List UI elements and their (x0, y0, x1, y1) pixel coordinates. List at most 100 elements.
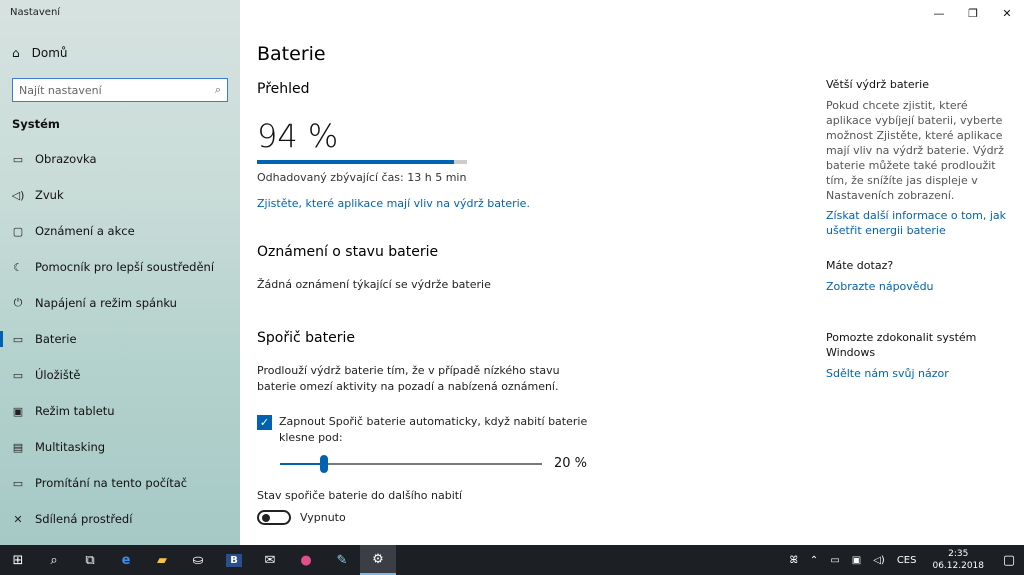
storage-icon: ▭ (12, 368, 24, 382)
battery-level-bar (257, 160, 467, 164)
feedback-link[interactable]: Sdělte nám svůj názor (826, 366, 1006, 381)
battery-icon: ▭ (12, 332, 24, 346)
mail-icon[interactable]: ✉ (252, 545, 288, 575)
slider-track-filled (280, 463, 320, 465)
feedback-panel: Pomozte zdokonalit systém Windows Sdělte… (826, 330, 1006, 381)
help-link[interactable]: Zobrazte nápovědu (826, 279, 1006, 294)
volume-icon[interactable]: ◁) (873, 555, 885, 566)
slider-thumb[interactable] (320, 455, 328, 473)
sidebar-item-label: Úložiště (35, 368, 81, 382)
paint-icon[interactable]: ✎ (324, 545, 360, 575)
search-input[interactable] (19, 83, 215, 97)
slider-track-empty (328, 463, 542, 465)
maps-icon[interactable]: ● (288, 545, 324, 575)
close-button[interactable]: ✕ (990, 0, 1024, 26)
sidebar-item-label: Promítání na tento počítač (35, 476, 188, 490)
taskbar: ⊞ ⌕ ⧉ e ▰ ⛀ B ✉ ● ✎ ⚙ ꕤ ⌃ ▭ ▣ ◁) CES 2:3… (0, 545, 1024, 575)
task-view-icon[interactable]: ⧉ (72, 545, 108, 575)
file-explorer-icon[interactable]: ▰ (144, 545, 180, 575)
notifications-heading: Oznámení o stavu baterie (257, 244, 439, 260)
sidebar-item-label: Baterie (35, 332, 77, 346)
tips-link[interactable]: Získat další informace o tom, jak ušetři… (826, 208, 1006, 238)
window-controls: — ❐ ✕ (922, 0, 1024, 26)
chevron-up-icon[interactable]: ⌃ (810, 555, 818, 566)
sidebar-item-promítání-na-tento-počítač[interactable]: ▭ Promítání na tento počítač (0, 465, 240, 501)
sidebar-item-úložiště[interactable]: ▭ Úložiště (0, 357, 240, 393)
sidebar-item-pomocník-pro-lepší-soustředění[interactable]: ☾ Pomocník pro lepší soustředění (0, 249, 240, 285)
minimize-button[interactable]: — (922, 0, 956, 26)
home-icon: ⌂ (12, 46, 20, 60)
sidebar-item-label: Multitasking (35, 440, 106, 454)
notifications-text: Žádná oznámení týkající se výdrže bateri… (257, 278, 491, 291)
sidebar-item-zvuk[interactable]: ◁) Zvuk (0, 177, 240, 213)
store-icon[interactable]: ⛀ (180, 545, 216, 575)
sidebar: Nastavení ⌂ Domů ⌕ Systém ▭ Obrazovka ◁) Zv… (0, 0, 240, 545)
moon-icon: ☾ (13, 260, 23, 274)
auto-saver-label: Zapnout Spořič baterie automaticky, když… (279, 415, 588, 444)
help-heading: Máte dotaz? (826, 259, 894, 272)
home-label: Domů (31, 46, 68, 60)
battery-tray-icon[interactable]: ▭ (830, 555, 839, 566)
page-title: Baterie (257, 43, 326, 65)
system-tray: ꕤ ⌃ ▭ ▣ ◁) CES 2:35 06.12.2018 ▢ (784, 545, 1024, 575)
sidebar-item-napájení-a-režim-spánku[interactable]: ⏻ Napájení a režim spánku (0, 285, 240, 321)
battery-level-fill (257, 160, 455, 164)
language-indicator[interactable]: CES (897, 555, 917, 566)
sidebar-item-režim-tabletu[interactable]: ▣ Režim tabletu (0, 393, 240, 429)
clock-time: 2:35 (948, 549, 969, 559)
sidebar-item-sdílená-prostředí[interactable]: ✕ Sdílená prostředí (0, 501, 240, 537)
multitasking-icon: ▤ (12, 440, 24, 454)
saver-state-label: Stav spořiče baterie do dalšího nabití (257, 489, 463, 502)
sidebar-item-baterie[interactable]: ▭ Baterie (0, 321, 240, 357)
threshold-slider[interactable] (280, 455, 542, 473)
sidebar-item-label: Oznámení a akce (35, 224, 135, 238)
sidebar-item-label: Zvuk (35, 188, 64, 202)
clock-date: 06.12.2018 (932, 561, 984, 571)
saver-toggle-state: Vypnuto (300, 511, 346, 524)
people-icon[interactable]: ꕤ (790, 555, 798, 566)
saver-toggle[interactable] (257, 510, 291, 525)
network-icon[interactable]: ▣ (852, 555, 861, 566)
home-link[interactable]: ⌂ Domů (12, 46, 68, 60)
sidebar-item-label: Napájení a režim spánku (35, 296, 177, 310)
search-icon[interactable]: ⌕ (36, 545, 72, 575)
saver-heading: Spořič baterie (257, 330, 355, 346)
window-title: Nastavení (10, 7, 61, 18)
threshold-value: 20 % (554, 456, 588, 471)
projecting-icon: ▭ (12, 476, 24, 490)
search-icon[interactable]: ⌕ (215, 83, 221, 97)
action-center-icon[interactable]: ▢ (994, 553, 1024, 568)
tips-heading: Větší výdrž baterie (826, 78, 929, 91)
speaker-icon: ◁) (11, 188, 25, 202)
maximize-button[interactable]: ❐ (956, 0, 990, 26)
apps-usage-link[interactable]: Zjistěte, které aplikace mají vliv na vý… (257, 197, 530, 210)
sidebar-item-multitasking[interactable]: ▤ Multitasking (0, 429, 240, 465)
auto-saver-checkbox[interactable]: ✓ (257, 415, 272, 430)
toggle-knob (262, 514, 270, 522)
notification-icon: ▢ (12, 224, 24, 238)
clock[interactable]: 2:35 06.12.2018 (932, 548, 984, 572)
app-b-icon[interactable]: B (216, 545, 252, 575)
settings-icon[interactable]: ⚙ (360, 545, 396, 575)
section-label: Systém (12, 117, 60, 131)
display-icon: ▭ (12, 152, 24, 166)
start-icon[interactable]: ⊞ (0, 545, 36, 575)
sidebar-item-obrazovka[interactable]: ▭ Obrazovka (0, 141, 240, 177)
power-icon: ⏻ (13, 296, 23, 309)
shared-experiences-icon: ✕ (13, 512, 23, 526)
overview-heading: Přehled (257, 81, 310, 97)
edge-icon[interactable]: e (108, 545, 144, 575)
checkmark-icon: ✓ (259, 416, 270, 429)
saver-description: Prodlouží výdrž baterie tím, že v případ… (257, 364, 560, 393)
search-box[interactable]: ⌕ (12, 78, 228, 102)
feedback-heading: Pomozte zdokonalit systém Windows (826, 331, 977, 359)
sidebar-item-label: Pomocník pro lepší soustředění (35, 260, 215, 274)
battery-tips-panel: Větší výdrž baterie Pokud chcete zjistit… (826, 77, 1006, 238)
sidebar-item-label: Sdílená prostředí (35, 512, 133, 526)
sidebar-item-oznámení-a-akce[interactable]: ▢ Oznámení a akce (0, 213, 240, 249)
remaining-time: Odhadovaný zbývající čas: 13 h 5 min (257, 171, 467, 184)
tips-text: Pokud chcete zjistit, které aplikace vyb… (826, 99, 1004, 202)
tablet-icon: ▣ (12, 404, 24, 418)
help-panel: Máte dotaz? Zobrazte nápovědu (826, 258, 1006, 294)
main-content: — ❐ ✕ Baterie Přehled 94 % Odhadovaný zb… (240, 0, 1024, 545)
